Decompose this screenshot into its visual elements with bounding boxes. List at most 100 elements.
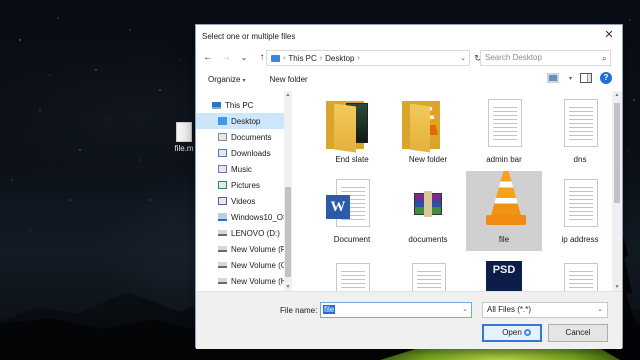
breadcrumb-this-pc[interactable]: This PC (288, 54, 316, 63)
breadcrumb-separator-icon: › (319, 54, 323, 62)
file-item-end-slate[interactable]: End slate (314, 91, 390, 171)
file-type-select[interactable]: All Files (*.*) ⌄ (482, 302, 608, 318)
cancel-button[interactable]: Cancel (548, 324, 608, 342)
file-item-text[interactable] (542, 255, 618, 291)
scroll-down-arrow-icon[interactable]: ▼ (284, 284, 292, 290)
dialog-footer: File name: file ⌄ All Files (*.*) ⌄ Open… (196, 291, 622, 349)
breadcrumb-separator-icon: › (357, 54, 360, 62)
desktop-folder-icon (218, 117, 227, 125)
search-input[interactable]: Search Desktop ⌕ (480, 50, 611, 66)
file-icon (176, 122, 192, 142)
nav-item-label: LENOVO (D:) (231, 228, 280, 238)
scroll-up-arrow-icon[interactable]: ▲ (284, 92, 292, 98)
drive-icon (218, 262, 227, 268)
psd-file-icon: PSD (476, 259, 532, 291)
file-item-label: dns (573, 155, 587, 164)
rar-archive-icon (400, 175, 456, 233)
organize-menu-button[interactable]: Organize ▾ (208, 75, 245, 84)
file-item-text[interactable] (390, 255, 466, 291)
nav-item-label: Music (231, 164, 252, 174)
file-item-label: Document (333, 235, 371, 244)
downloads-folder-icon (218, 149, 227, 157)
navigation-pane-scrollbar[interactable]: ▲ ▼ (284, 91, 292, 291)
file-item-admin-bar[interactable]: admin bar (466, 91, 542, 171)
text-file-icon (552, 175, 608, 233)
file-item-psd[interactable]: PSD (466, 255, 542, 291)
view-controls: ▾ ? (546, 72, 612, 84)
file-item-new-folder[interactable]: New folder (390, 91, 466, 171)
preview-pane-icon[interactable] (580, 73, 592, 83)
dialog-body: This PC Desktop Documents Downloads Musi… (196, 91, 622, 291)
address-dropdown-chevron-icon[interactable]: ⌄ (460, 54, 466, 62)
nav-item-label: New Volume (H:) (231, 276, 292, 286)
nav-item-new-volume-g[interactable]: New Volume (G:) (196, 257, 292, 273)
organize-label: Organize (208, 74, 241, 84)
nav-item-label: Downloads (231, 148, 271, 158)
help-icon[interactable]: ? (600, 72, 612, 84)
text-file-icon (552, 95, 608, 153)
view-dropdown-arrow-icon[interactable]: ▾ (569, 75, 572, 82)
forward-arrow-icon[interactable]: → (218, 50, 234, 66)
dialog-titlebar[interactable]: Select one or multiple files ✕ (196, 25, 622, 47)
recent-locations-chevron-icon[interactable]: ⌄ (236, 50, 252, 66)
close-icon[interactable]: ✕ (602, 29, 616, 43)
file-item-text[interactable] (314, 255, 390, 291)
nav-item-desktop[interactable]: Desktop (196, 113, 292, 129)
drive-icon (218, 230, 227, 236)
scroll-up-arrow-icon[interactable]: ▲ (612, 92, 622, 98)
new-folder-button[interactable]: New folder (269, 75, 307, 84)
file-list-scrollbar[interactable]: ▲ ▼ (612, 91, 622, 291)
file-item-ip-address[interactable]: ip address (542, 171, 618, 251)
change-view-icon[interactable] (546, 73, 559, 83)
command-toolbar: Organize ▾ New folder ▾ ? (196, 69, 622, 89)
nav-item-pictures[interactable]: Pictures (196, 177, 292, 193)
nav-item-music[interactable]: Music (196, 161, 292, 177)
text-file-icon (400, 259, 456, 291)
file-open-dialog: Select one or multiple files ✕ ← → ⌄ ↑ ›… (195, 24, 623, 349)
open-button-label: Open (502, 328, 522, 337)
file-item-file[interactable]: file (466, 171, 542, 251)
folder-icon (271, 54, 280, 62)
breadcrumb-desktop[interactable]: Desktop (325, 54, 354, 63)
file-item-documents[interactable]: documents (390, 171, 466, 251)
file-item-dns[interactable]: dns (542, 91, 618, 171)
videos-folder-icon (218, 197, 227, 205)
nav-item-label: Windows10_OS (231, 212, 289, 222)
nav-item-lenovo-d[interactable]: LENOVO (D:) (196, 225, 292, 241)
breadcrumb-separator-icon: › (283, 54, 286, 62)
nav-item-new-volume-h[interactable]: New Volume (H:) (196, 273, 292, 289)
file-name-value: file (323, 305, 336, 314)
search-icon: ⌕ (601, 53, 607, 63)
nav-item-downloads[interactable]: Downloads (196, 145, 292, 161)
navigation-pane: This PC Desktop Documents Downloads Musi… (196, 91, 292, 291)
vlc-media-icon (476, 171, 532, 233)
file-item-label: documents (408, 235, 448, 244)
scroll-down-arrow-icon[interactable]: ▼ (612, 284, 622, 290)
nav-item-documents[interactable]: Documents (196, 129, 292, 145)
nav-item-windows10-os[interactable]: Windows10_OS (196, 209, 292, 225)
dropdown-arrow-icon: ▾ (242, 77, 246, 84)
nav-item-label: Pictures (231, 180, 260, 190)
scrollbar-thumb[interactable] (614, 103, 620, 203)
nav-item-new-volume-f[interactable]: New Volume (F:) (196, 241, 292, 257)
file-item-label: ip address (561, 235, 599, 244)
file-item-label: file (498, 235, 510, 244)
file-type-dropdown-chevron-icon: ⌄ (597, 306, 603, 313)
file-type-value: All Files (*.*) (487, 305, 532, 314)
open-button[interactable]: Open (482, 324, 542, 342)
back-arrow-icon[interactable]: ← (200, 50, 216, 66)
scrollbar-thumb[interactable] (285, 187, 291, 277)
nav-item-videos[interactable]: Videos (196, 193, 292, 209)
text-file-icon (552, 259, 608, 291)
search-placeholder: Search Desktop (485, 53, 542, 62)
nav-item-this-pc[interactable]: This PC (196, 97, 292, 113)
drive-icon (218, 246, 227, 252)
file-item-document[interactable]: W Document (314, 171, 390, 251)
file-name-field[interactable]: file ⌄ (320, 302, 472, 318)
desktop-file-shortcut[interactable]: file.m (170, 122, 198, 153)
file-name-dropdown-chevron-icon[interactable]: ⌄ (462, 303, 468, 317)
address-bar[interactable]: › This PC › Desktop › ⌄ (266, 50, 470, 66)
folder-vlc-thumbnail-icon (400, 95, 456, 153)
drive-icon (218, 278, 227, 284)
text-file-icon (476, 95, 532, 153)
